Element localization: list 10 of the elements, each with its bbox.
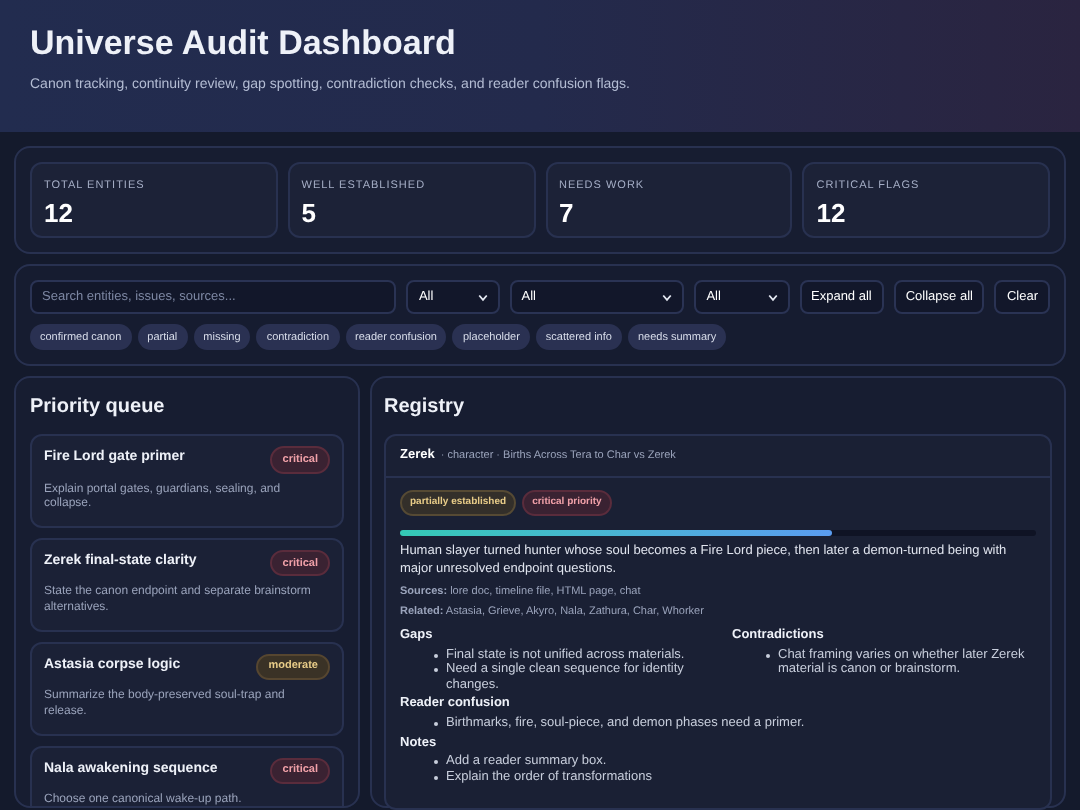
page-title: Universe Audit Dashboard bbox=[30, 22, 458, 65]
chevron-down-icon bbox=[662, 293, 673, 302]
panel-title: Priority queue bbox=[30, 394, 167, 423]
chevron-down-icon bbox=[767, 293, 777, 302]
panel-title: Registry bbox=[384, 394, 467, 423]
stat-value: 5 bbox=[301, 200, 318, 227]
stat-value: 7 bbox=[559, 200, 576, 227]
chevron-down-icon bbox=[477, 293, 488, 302]
stat-value: 12 bbox=[44, 200, 75, 227]
stat-value: 12 bbox=[816, 200, 848, 227]
